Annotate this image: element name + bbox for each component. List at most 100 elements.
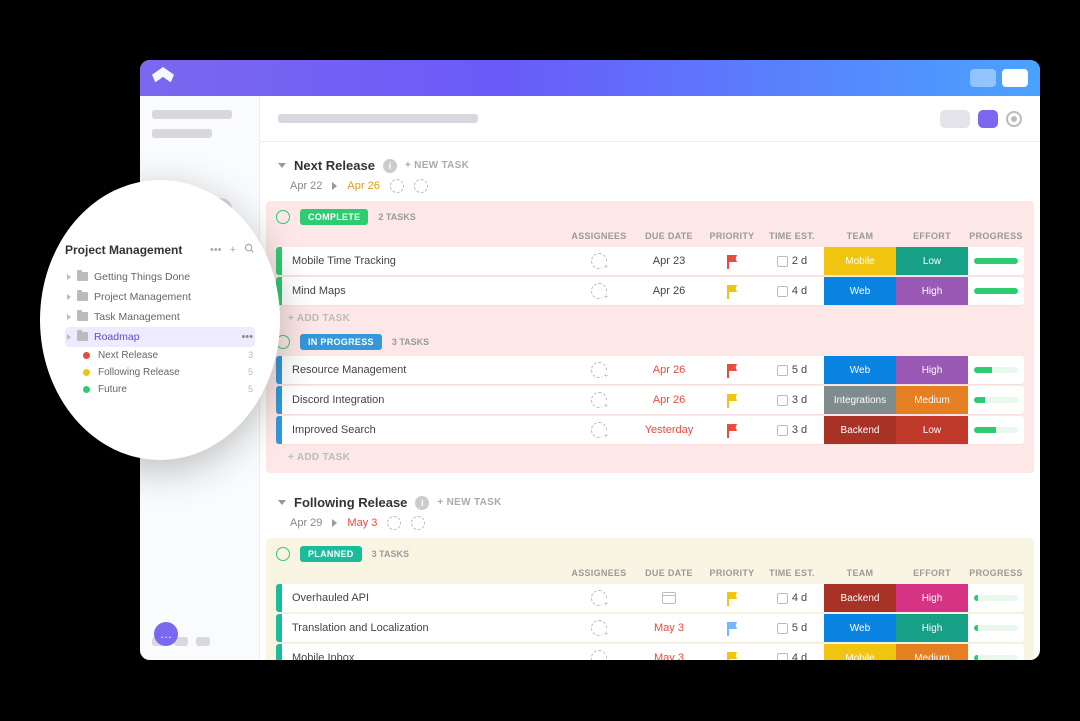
effort-tag[interactable]: Medium [896, 386, 968, 414]
progress-bar[interactable] [974, 288, 1018, 294]
col-priority[interactable]: PRIORITY [704, 568, 760, 578]
task-estimate[interactable]: 4 d [792, 285, 807, 297]
effort-tag[interactable]: Low [896, 247, 968, 275]
team-tag[interactable]: Web [824, 356, 896, 384]
assignee-add-icon[interactable] [591, 620, 607, 636]
task-row[interactable]: Mind Maps Apr 26 4 d Web High [276, 277, 1024, 305]
task-row[interactable]: Mobile Inbox May 3 4 d Mobile Medium [276, 644, 1024, 660]
task-name[interactable]: Mind Maps [282, 285, 564, 297]
priority-flag-icon[interactable] [726, 653, 738, 660]
assignee-add-icon[interactable] [591, 283, 607, 299]
progress-bar[interactable] [974, 655, 1018, 660]
progress-bar[interactable] [974, 625, 1018, 631]
task-row[interactable]: Mobile Time Tracking Apr 23 2 d Mobile L… [276, 247, 1024, 275]
team-tag[interactable]: Backend [824, 584, 896, 612]
progress-bar[interactable] [974, 595, 1018, 601]
task-estimate[interactable]: 3 d [792, 394, 807, 406]
col-assignees[interactable]: ASSIGNEES [564, 568, 634, 578]
col-team[interactable]: TEAM [824, 568, 896, 578]
col-due[interactable]: DUE DATE [634, 231, 704, 241]
team-tag[interactable]: Web [824, 277, 896, 305]
more-icon[interactable]: ••• [241, 331, 253, 343]
add-task-button[interactable]: + ADD TASK [266, 446, 1034, 469]
task-due[interactable]: Apr 23 [653, 255, 685, 267]
calendar-icon[interactable] [662, 592, 676, 604]
assignee-add-icon[interactable] [591, 392, 607, 408]
new-task-button[interactable]: + NEW TASK [405, 160, 469, 171]
view-toggle-a[interactable] [940, 110, 970, 128]
topbar-button-b[interactable] [1002, 69, 1028, 87]
task-name[interactable]: Resource Management [282, 364, 564, 376]
col-est[interactable]: TIME EST. [760, 231, 824, 241]
task-estimate[interactable]: 2 d [792, 255, 807, 267]
add-circle-icon[interactable] [414, 179, 428, 193]
priority-flag-icon[interactable] [726, 256, 738, 266]
col-effort[interactable]: EFFORT [896, 231, 968, 241]
plus-icon[interactable]: + [230, 244, 236, 256]
add-circle-icon[interactable] [411, 516, 425, 530]
task-due[interactable]: Apr 26 [653, 364, 685, 376]
more-icon[interactable]: ••• [210, 244, 222, 256]
chevron-down-icon[interactable] [278, 163, 286, 168]
effort-tag[interactable]: High [896, 356, 968, 384]
col-team[interactable]: TEAM [824, 231, 896, 241]
assignee-add-icon[interactable] [591, 253, 607, 269]
priority-flag-icon[interactable] [726, 395, 738, 405]
chat-fab-icon[interactable] [154, 622, 178, 646]
task-row[interactable]: Overhauled API 4 d Backend High [276, 584, 1024, 612]
team-tag[interactable]: Web [824, 614, 896, 642]
col-assignees[interactable]: ASSIGNEES [564, 231, 634, 241]
info-icon[interactable]: i [415, 496, 429, 510]
assignee-add-icon[interactable] [591, 422, 607, 438]
folder-item[interactable]: Project Management [65, 287, 255, 307]
task-row[interactable]: Translation and Localization May 3 5 d W… [276, 614, 1024, 642]
task-row[interactable]: Resource Management Apr 26 5 d Web High [276, 356, 1024, 384]
task-name[interactable]: Mobile Time Tracking [282, 255, 564, 267]
list-item[interactable]: Following Release 5 [65, 364, 255, 381]
task-estimate[interactable]: 3 d [792, 424, 807, 436]
gear-icon[interactable] [1006, 111, 1022, 127]
col-priority[interactable]: PRIORITY [704, 231, 760, 241]
assignee-placeholder-icon[interactable] [387, 516, 401, 530]
progress-bar[interactable] [974, 367, 1018, 373]
col-progress[interactable]: PROGRESS [968, 568, 1024, 578]
progress-bar[interactable] [974, 427, 1018, 433]
assignee-add-icon[interactable] [591, 590, 607, 606]
team-tag[interactable]: Backend [824, 416, 896, 444]
task-due[interactable]: Apr 26 [653, 394, 685, 406]
col-due[interactable]: DUE DATE [634, 568, 704, 578]
assignee-add-icon[interactable] [591, 650, 607, 660]
effort-tag[interactable]: Low [896, 416, 968, 444]
team-tag[interactable]: Mobile [824, 644, 896, 660]
task-name[interactable]: Improved Search [282, 424, 564, 436]
task-name[interactable]: Overhauled API [282, 592, 564, 604]
new-task-button[interactable]: + NEW TASK [437, 497, 501, 508]
effort-tag[interactable]: High [896, 614, 968, 642]
chevron-down-icon[interactable] [278, 500, 286, 505]
col-est[interactable]: TIME EST. [760, 568, 824, 578]
team-tag[interactable]: Integrations [824, 386, 896, 414]
task-estimate[interactable]: 5 d [792, 622, 807, 634]
status-badge[interactable]: PLANNED [300, 546, 362, 562]
status-badge[interactable]: IN PROGRESS [300, 334, 382, 350]
search-icon[interactable] [244, 243, 255, 257]
team-tag[interactable]: Mobile [824, 247, 896, 275]
priority-flag-icon[interactable] [726, 425, 738, 435]
task-row[interactable]: Improved Search Yesterday 3 d Backend Lo… [276, 416, 1024, 444]
topbar-button-a[interactable] [970, 69, 996, 87]
priority-flag-icon[interactable] [726, 593, 738, 603]
status-circle-icon[interactable] [276, 210, 290, 224]
list-item[interactable]: Future 5 [65, 381, 255, 398]
progress-bar[interactable] [974, 258, 1018, 264]
status-badge[interactable]: COMPLETE [300, 209, 368, 225]
status-circle-icon[interactable] [276, 547, 290, 561]
task-due[interactable]: Apr 26 [653, 285, 685, 297]
task-row[interactable]: Discord Integration Apr 26 3 d Integrati… [276, 386, 1024, 414]
view-toggle-b[interactable] [978, 110, 998, 128]
task-due[interactable]: May 3 [654, 622, 684, 634]
folder-item[interactable]: Getting Things Done [65, 267, 255, 287]
effort-tag[interactable]: High [896, 584, 968, 612]
task-name[interactable]: Translation and Localization [282, 622, 564, 634]
priority-flag-icon[interactable] [726, 286, 738, 296]
priority-flag-icon[interactable] [726, 623, 738, 633]
